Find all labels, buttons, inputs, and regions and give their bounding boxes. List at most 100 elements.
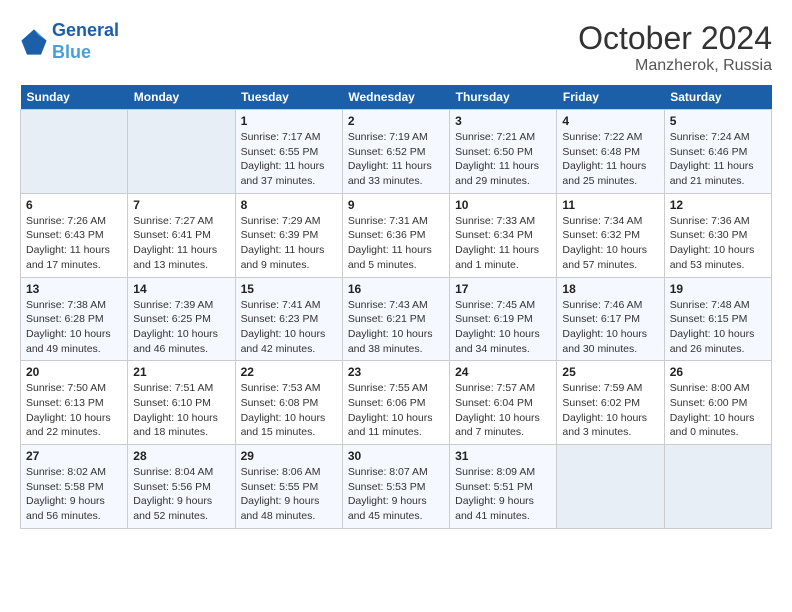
logo-text: GeneralBlue (52, 20, 119, 63)
day-number: 16 (348, 282, 444, 296)
calendar-cell (21, 110, 128, 194)
day-detail: Sunrise: 7:39 AM Sunset: 6:25 PM Dayligh… (133, 298, 229, 357)
day-detail: Sunrise: 7:29 AM Sunset: 6:39 PM Dayligh… (241, 214, 337, 273)
calendar-cell: 14 Sunrise: 7:39 AM Sunset: 6:25 PM Dayli… (128, 277, 235, 361)
calendar-cell: 24 Sunrise: 7:57 AM Sunset: 6:04 PM Dayli… (450, 361, 557, 445)
day-number: 8 (241, 198, 337, 212)
calendar-cell: 12Sunrise: 7:36 AM Sunset: 6:30 PM Dayli… (664, 193, 771, 277)
calendar-cell: 11Sunrise: 7:34 AM Sunset: 6:32 PM Dayli… (557, 193, 664, 277)
day-number: 15 (241, 282, 337, 296)
calendar-cell: 8 Sunrise: 7:29 AM Sunset: 6:39 PM Daylig… (235, 193, 342, 277)
calendar-body: 1 Sunrise: 7:17 AM Sunset: 6:55 PM Daylig… (21, 110, 772, 529)
day-detail: Sunrise: 8:09 AM Sunset: 5:51 PM Dayligh… (455, 465, 551, 524)
calendar-cell: 22 Sunrise: 7:53 AM Sunset: 6:08 PM Dayli… (235, 361, 342, 445)
logo-icon (20, 28, 48, 56)
calendar-cell: 3Sunrise: 7:21 AM Sunset: 6:50 PM Daylig… (450, 110, 557, 194)
day-number: 23 (348, 365, 444, 379)
day-number: 4 (562, 114, 658, 128)
day-detail: Sunrise: 8:02 AM Sunset: 5:58 PM Dayligh… (26, 465, 122, 524)
day-detail: Sunrise: 8:00 AM Sunset: 6:00 PM Dayligh… (670, 381, 766, 440)
day-number: 31 (455, 449, 551, 463)
day-number: 26 (670, 365, 766, 379)
calendar-cell: 17Sunrise: 7:45 AM Sunset: 6:19 PM Dayli… (450, 277, 557, 361)
title-block: October 2024 Manzherok, Russia (578, 20, 772, 75)
weekday-header-friday: Friday (557, 85, 664, 110)
day-detail: Sunrise: 7:26 AM Sunset: 6:43 PM Dayligh… (26, 214, 122, 273)
calendar-cell: 7 Sunrise: 7:27 AM Sunset: 6:41 PM Daylig… (128, 193, 235, 277)
day-number: 18 (562, 282, 658, 296)
day-number: 24 (455, 365, 551, 379)
day-number: 2 (348, 114, 444, 128)
day-number: 9 (348, 198, 444, 212)
day-detail: Sunrise: 7:59 AM Sunset: 6:02 PM Dayligh… (562, 381, 658, 440)
day-detail: Sunrise: 7:24 AM Sunset: 6:46 PM Dayligh… (670, 130, 766, 189)
week-row-4: 20Sunrise: 7:50 AM Sunset: 6:13 PM Dayli… (21, 361, 772, 445)
calendar-cell: 29 Sunrise: 8:06 AM Sunset: 5:55 PM Dayli… (235, 445, 342, 529)
week-row-5: 27 Sunrise: 8:02 AM Sunset: 5:58 PM Dayli… (21, 445, 772, 529)
day-number: 27 (26, 449, 122, 463)
calendar-cell: 18 Sunrise: 7:46 AM Sunset: 6:17 PM Dayli… (557, 277, 664, 361)
week-row-3: 13 Sunrise: 7:38 AM Sunset: 6:28 PM Dayli… (21, 277, 772, 361)
day-detail: Sunrise: 7:43 AM Sunset: 6:21 PM Dayligh… (348, 298, 444, 357)
day-detail: Sunrise: 7:51 AM Sunset: 6:10 PM Dayligh… (133, 381, 229, 440)
calendar-table: SundayMondayTuesdayWednesdayThursdayFrid… (20, 85, 772, 529)
day-number: 29 (241, 449, 337, 463)
calendar-cell: 25 Sunrise: 7:59 AM Sunset: 6:02 PM Dayli… (557, 361, 664, 445)
day-detail: Sunrise: 7:33 AM Sunset: 6:34 PM Dayligh… (455, 214, 551, 273)
day-detail: Sunrise: 7:46 AM Sunset: 6:17 PM Dayligh… (562, 298, 658, 357)
calendar-cell: 28 Sunrise: 8:04 AM Sunset: 5:56 PM Dayli… (128, 445, 235, 529)
day-detail: Sunrise: 7:27 AM Sunset: 6:41 PM Dayligh… (133, 214, 229, 273)
day-detail: Sunrise: 7:55 AM Sunset: 6:06 PM Dayligh… (348, 381, 444, 440)
calendar-cell (128, 110, 235, 194)
day-detail: Sunrise: 7:57 AM Sunset: 6:04 PM Dayligh… (455, 381, 551, 440)
calendar-cell: 10 Sunrise: 7:33 AM Sunset: 6:34 PM Dayli… (450, 193, 557, 277)
calendar-cell: 26 Sunrise: 8:00 AM Sunset: 6:00 PM Dayli… (664, 361, 771, 445)
day-detail: Sunrise: 8:06 AM Sunset: 5:55 PM Dayligh… (241, 465, 337, 524)
day-number: 14 (133, 282, 229, 296)
day-number: 21 (133, 365, 229, 379)
day-number: 5 (670, 114, 766, 128)
day-number: 7 (133, 198, 229, 212)
calendar-cell: 30 Sunrise: 8:07 AM Sunset: 5:53 PM Dayli… (342, 445, 449, 529)
calendar-cell: 1 Sunrise: 7:17 AM Sunset: 6:55 PM Daylig… (235, 110, 342, 194)
calendar-cell: 19Sunrise: 7:48 AM Sunset: 6:15 PM Dayli… (664, 277, 771, 361)
day-number: 25 (562, 365, 658, 379)
weekday-header-monday: Monday (128, 85, 235, 110)
calendar-cell: 4Sunrise: 7:22 AM Sunset: 6:48 PM Daylig… (557, 110, 664, 194)
calendar-cell: 9 Sunrise: 7:31 AM Sunset: 6:36 PM Daylig… (342, 193, 449, 277)
weekday-header-thursday: Thursday (450, 85, 557, 110)
day-detail: Sunrise: 7:53 AM Sunset: 6:08 PM Dayligh… (241, 381, 337, 440)
calendar-cell: 5 Sunrise: 7:24 AM Sunset: 6:46 PM Daylig… (664, 110, 771, 194)
day-number: 28 (133, 449, 229, 463)
day-detail: Sunrise: 7:36 AM Sunset: 6:30 PM Dayligh… (670, 214, 766, 273)
day-detail: Sunrise: 8:04 AM Sunset: 5:56 PM Dayligh… (133, 465, 229, 524)
day-number: 10 (455, 198, 551, 212)
day-detail: Sunrise: 7:17 AM Sunset: 6:55 PM Dayligh… (241, 130, 337, 189)
location: Manzherok, Russia (578, 57, 772, 75)
day-detail: Sunrise: 7:19 AM Sunset: 6:52 PM Dayligh… (348, 130, 444, 189)
day-detail: Sunrise: 8:07 AM Sunset: 5:53 PM Dayligh… (348, 465, 444, 524)
weekday-header-sunday: Sunday (21, 85, 128, 110)
day-detail: Sunrise: 7:45 AM Sunset: 6:19 PM Dayligh… (455, 298, 551, 357)
month-year: October 2024 (578, 20, 772, 57)
day-number: 3 (455, 114, 551, 128)
calendar-cell: 20Sunrise: 7:50 AM Sunset: 6:13 PM Dayli… (21, 361, 128, 445)
calendar-cell: 21 Sunrise: 7:51 AM Sunset: 6:10 PM Dayli… (128, 361, 235, 445)
weekday-header-tuesday: Tuesday (235, 85, 342, 110)
day-number: 30 (348, 449, 444, 463)
day-detail: Sunrise: 7:38 AM Sunset: 6:28 PM Dayligh… (26, 298, 122, 357)
calendar-cell: 31 Sunrise: 8:09 AM Sunset: 5:51 PM Dayli… (450, 445, 557, 529)
week-row-2: 6Sunrise: 7:26 AM Sunset: 6:43 PM Daylig… (21, 193, 772, 277)
day-number: 11 (562, 198, 658, 212)
day-number: 1 (241, 114, 337, 128)
calendar-cell: 16 Sunrise: 7:43 AM Sunset: 6:21 PM Dayli… (342, 277, 449, 361)
day-detail: Sunrise: 7:41 AM Sunset: 6:23 PM Dayligh… (241, 298, 337, 357)
weekday-header-row: SundayMondayTuesdayWednesdayThursdayFrid… (21, 85, 772, 110)
day-number: 20 (26, 365, 122, 379)
day-number: 19 (670, 282, 766, 296)
day-number: 22 (241, 365, 337, 379)
calendar-cell: 6Sunrise: 7:26 AM Sunset: 6:43 PM Daylig… (21, 193, 128, 277)
weekday-header-saturday: Saturday (664, 85, 771, 110)
day-number: 13 (26, 282, 122, 296)
day-detail: Sunrise: 7:31 AM Sunset: 6:36 PM Dayligh… (348, 214, 444, 273)
